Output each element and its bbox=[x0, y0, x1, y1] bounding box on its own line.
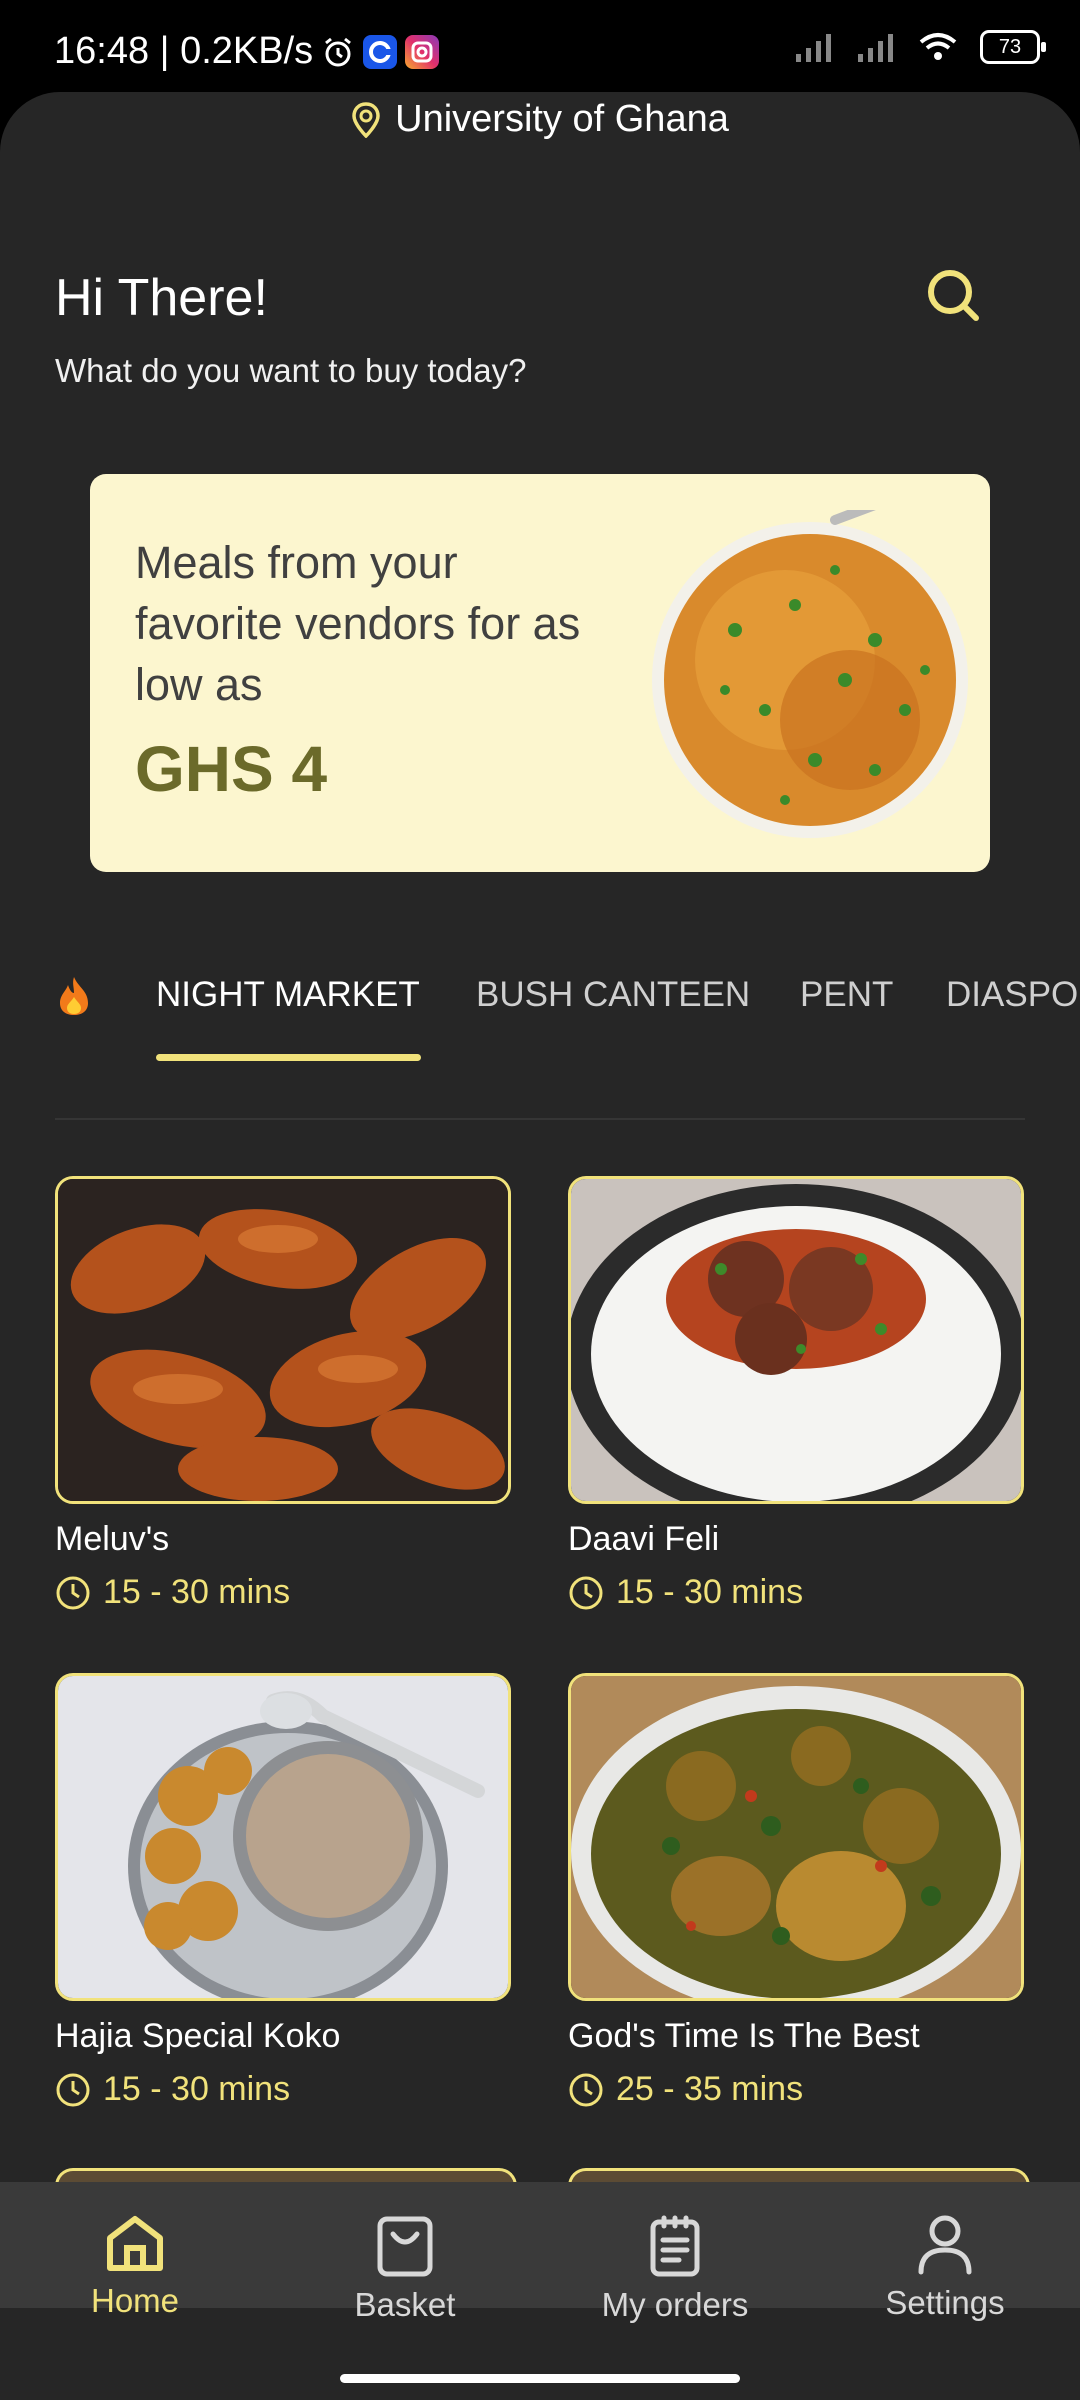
signal-icon bbox=[796, 34, 831, 62]
nav-settings[interactable]: Settings bbox=[810, 2214, 1080, 2322]
vendor-delivery-time: 15 - 30 mins bbox=[568, 1573, 1024, 1612]
vendor-image-chicken-wings bbox=[55, 1176, 511, 1504]
tab-diaspora[interactable]: DIASPORA bbox=[946, 975, 1080, 1015]
clock-icon bbox=[56, 1576, 90, 1609]
promo-banner[interactable]: Meals from your favorite vendors for as … bbox=[90, 474, 990, 872]
nav-basket-label: Basket bbox=[354, 2286, 456, 2323]
tab-pent[interactable]: PENT bbox=[800, 975, 893, 1015]
nav-home[interactable]: Home bbox=[0, 2214, 270, 2320]
nav-basket[interactable]: Basket bbox=[270, 2214, 540, 2324]
vendor-name: Meluv's bbox=[55, 1520, 170, 1558]
clipboard-icon bbox=[650, 2215, 700, 2277]
status-left: 16:48 | 0.2KB/s bbox=[54, 30, 440, 73]
wifi-icon bbox=[919, 33, 957, 60]
nav-orders[interactable]: My orders bbox=[540, 2214, 810, 2324]
banner-text: Meals from your favorite vendors for as … bbox=[135, 537, 581, 710]
vendor-name: God's Time Is The Best bbox=[568, 2017, 920, 2055]
vendor-card[interactable]: Meluv's 15 - 30 mins bbox=[55, 1176, 511, 1612]
battery-indicator: 73 bbox=[980, 30, 1046, 64]
vendor-card[interactable]: Hajia Special Koko 15 - 30 mins bbox=[55, 1673, 511, 2109]
instagram-icon bbox=[405, 34, 440, 69]
location-selector[interactable]: University of Ghana bbox=[0, 98, 1080, 141]
vendor-delivery-time: 25 - 35 mins bbox=[568, 2070, 1024, 2109]
status-right: 73 bbox=[794, 30, 1046, 64]
active-tab-indicator bbox=[156, 1054, 421, 1061]
vendor-delivery-time: 15 - 30 mins bbox=[55, 2070, 511, 2109]
alarm-icon bbox=[325, 37, 352, 66]
nav-settings-label: Settings bbox=[885, 2284, 1005, 2321]
bottom-navigation: Home Basket My orders Settings bbox=[0, 2182, 1080, 2323]
vendor-delivery-time: 15 - 30 mins bbox=[55, 1573, 511, 1612]
page-title: Hi There! bbox=[55, 269, 268, 327]
nav-home-label: Home bbox=[90, 2282, 180, 2319]
vendor-time-label: 15 - 30 mins bbox=[103, 1573, 291, 1611]
status-time: 16:48 | 0.2KB/s bbox=[54, 30, 314, 72]
tab-bush-canteen[interactable]: BUSH CANTEEN bbox=[476, 975, 750, 1015]
search-icon[interactable] bbox=[920, 262, 986, 328]
status-bar: 16:48 | 0.2KB/s 73 bbox=[0, 0, 1080, 92]
tab-night-market[interactable]: NIGHT MARKET bbox=[156, 975, 420, 1015]
home-icon bbox=[107, 2216, 163, 2271]
signal-icon-2 bbox=[858, 34, 893, 62]
clock-icon bbox=[569, 1576, 603, 1609]
shopping-bag-icon bbox=[377, 2216, 433, 2277]
page-subtitle: What do you want to buy today? bbox=[55, 352, 527, 389]
vendor-time-label: 15 - 30 mins bbox=[616, 1573, 804, 1611]
app-notification-icon bbox=[363, 34, 398, 69]
jollof-rice-image bbox=[652, 510, 968, 838]
user-icon bbox=[918, 2215, 972, 2275]
tabs-divider bbox=[55, 1118, 1025, 1120]
clock-icon bbox=[569, 2073, 603, 2106]
vendor-card[interactable]: Daavi Feli 15 - 30 mins bbox=[568, 1176, 1024, 1612]
nav-orders-label: My orders bbox=[601, 2286, 749, 2323]
vendor-image-rice-meatballs bbox=[568, 1176, 1024, 1504]
location-pin-icon bbox=[352, 101, 380, 138]
gesture-bar[interactable] bbox=[340, 2374, 740, 2383]
vendor-area-tabs: NIGHT MARKET BUSH CANTEEN PENT DIASPORA bbox=[0, 975, 1080, 1055]
vendor-image-okro-stew bbox=[568, 1673, 1024, 2001]
vendor-card[interactable]: God's Time Is The Best 25 - 35 mins bbox=[568, 1673, 1024, 2109]
vendor-name: Daavi Feli bbox=[568, 1520, 720, 1558]
vendor-time-label: 15 - 30 mins bbox=[103, 2070, 291, 2108]
vendor-time-label: 25 - 35 mins bbox=[616, 2070, 804, 2108]
clock-icon bbox=[56, 2073, 90, 2106]
location-label: University of Ghana bbox=[395, 98, 729, 140]
vendor-image-koko-porridge bbox=[55, 1673, 511, 2001]
fire-icon[interactable] bbox=[56, 975, 92, 1027]
banner-price: GHS 4 bbox=[135, 733, 328, 805]
vendor-name: Hajia Special Koko bbox=[55, 2017, 341, 2055]
